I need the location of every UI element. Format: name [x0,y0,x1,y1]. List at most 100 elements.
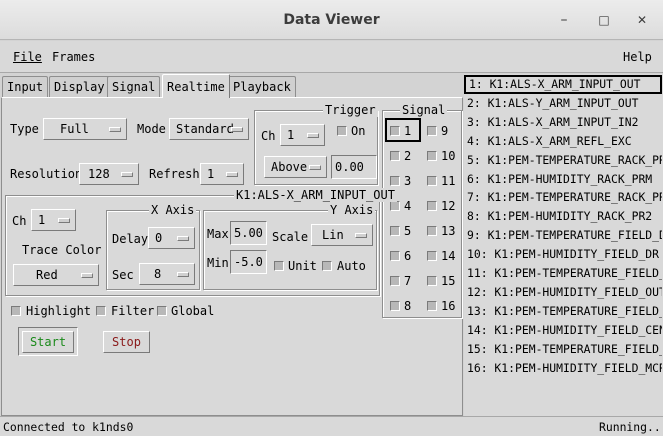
trace-color-value: Red [36,268,58,282]
signal-checkbox[interactable] [390,201,400,211]
highlight-checkbox[interactable] [11,306,21,316]
trigger-level-field[interactable]: 0.00 [331,155,377,179]
trigger-slope-menu[interactable]: Above [264,156,327,178]
signal-label: 4 [404,199,412,213]
resolution-menu[interactable]: 128 [79,163,139,185]
trigger-on-checkbox[interactable] [337,126,347,136]
signal-label: 1 [404,124,412,138]
stop-button[interactable]: Stop [103,331,150,353]
tab-display[interactable]: Display [49,76,110,97]
signal-label: 9 [441,124,449,138]
close-icon[interactable]: ✕ [634,12,650,28]
signal-checkbox[interactable] [427,201,437,211]
max-field[interactable]: 5.00 [230,221,267,245]
signal-checkbox[interactable] [390,276,400,286]
signal-checkbox[interactable] [427,226,437,236]
list-item[interactable]: 14: K1:PEM-HUMIDITY_FIELD_CENTER [464,321,662,340]
status-running: Running... [599,420,663,434]
filter-label: Filter [111,304,155,318]
refresh-label: Refresh [149,167,200,181]
menu-bar [0,41,663,73]
trace-color-label: Trace Color [22,243,102,257]
refresh-menu[interactable]: 1 [200,163,244,185]
sec-menu[interactable]: 8 [139,263,195,285]
signal-label: 12 [441,199,456,213]
list-item[interactable]: 8: K1:PEM-HUMIDITY_RACK_PR2 [464,207,662,226]
menu-indicator-icon [307,133,319,138]
mode-menu[interactable]: Standard [169,118,249,140]
signal-label: 5 [404,224,412,238]
global-checkbox[interactable] [157,306,167,316]
tab-input[interactable]: Input [2,76,49,97]
type-label: Type [10,122,39,136]
menu-frames[interactable]: Frames [52,50,95,64]
trigger-ch-value: 1 [287,128,295,142]
list-item[interactable]: 16: K1:PEM-HUMIDITY_FIELD_MCRACK [464,359,662,378]
menu-indicator-icon [177,236,189,241]
trigger-ch-menu[interactable]: 1 [280,124,325,146]
list-item[interactable]: 13: K1:PEM-TEMPERATURE_FIELD_CEN [464,302,662,321]
resolution-value: 128 [88,167,110,181]
filter-checkbox[interactable] [96,306,106,316]
signal-label: 2 [404,149,412,163]
tab-realtime[interactable]: Realtime [162,74,230,98]
signal-checkbox[interactable] [427,276,437,286]
signal-checkbox[interactable] [427,151,437,161]
type-menu[interactable]: Full [43,118,127,140]
list-item[interactable]: 10: K1:PEM-HUMIDITY_FIELD_DR [464,245,662,264]
menu-indicator-icon [58,218,70,223]
signal-checkbox[interactable] [390,301,400,311]
signal-checkbox[interactable] [390,176,400,186]
list-item[interactable]: 2: K1:ALS-Y_ARM_INPUT_OUT [464,94,662,113]
signal-checkbox[interactable] [427,301,437,311]
signal-label: 16 [441,299,456,313]
max-label: Max [207,227,229,241]
mode-value: Standard [176,122,234,136]
signal-checkbox[interactable] [427,126,437,136]
list-item[interactable]: 4: K1:ALS-X_ARM_REFL_EXC [464,132,662,151]
status-connection: Connected to k1nds0 [3,420,134,434]
maximize-icon[interactable]: □ [596,12,612,28]
list-item[interactable]: 11: K1:PEM-TEMPERATURE_FIELD_OUT [464,264,662,283]
menu-indicator-icon [231,127,243,132]
tab-playback[interactable]: Playback [228,76,296,97]
delay-menu[interactable]: 0 [148,227,195,249]
tab-signal[interactable]: Signal [107,76,161,97]
trigger-title: Trigger [323,103,378,117]
minimize-icon[interactable]: – [556,12,572,28]
start-button[interactable]: Start [22,331,74,353]
signal-checkbox[interactable] [390,126,400,136]
signal-checkbox[interactable] [390,151,400,161]
channel-ch-menu[interactable]: 1 [31,209,76,231]
menu-file[interactable]: File [13,50,42,64]
channel-ch-label: Ch [12,214,27,228]
signal-checkbox[interactable] [390,226,400,236]
signal-label: 6 [404,249,412,263]
scale-menu[interactable]: Lin [311,224,373,246]
list-item[interactable]: 3: K1:ALS-X_ARM_INPUT_IN2 [464,113,662,132]
signal-checkbox[interactable] [390,251,400,261]
unit-checkbox[interactable] [274,261,284,271]
menu-indicator-icon [81,273,93,278]
list-item[interactable]: 9: K1:PEM-TEMPERATURE_FIELD_DR [464,226,662,245]
list-item[interactable]: 15: K1:PEM-TEMPERATURE_FIELD_MCR [464,340,662,359]
menu-indicator-icon [309,165,321,170]
auto-checkbox[interactable] [322,261,332,271]
list-item[interactable]: 5: K1:PEM-TEMPERATURE_RACK_PRM [464,151,662,170]
trace-color-menu[interactable]: Red [13,264,99,286]
menu-help[interactable]: Help [623,50,652,64]
mode-label: Mode [137,122,166,136]
list-item[interactable]: 7: K1:PEM-TEMPERATURE_RACK_PR2 [464,188,662,207]
signal-checkbox[interactable] [427,176,437,186]
signal-checkbox[interactable] [427,251,437,261]
signal-label: 13 [441,224,456,238]
signal-label: 3 [404,174,412,188]
list-item[interactable]: 12: K1:PEM-HUMIDITY_FIELD_OUTDR [464,283,662,302]
refresh-value: 1 [207,167,215,181]
list-item[interactable]: 1: K1:ALS-X_ARM_INPUT_OUT [464,75,662,94]
min-field[interactable]: -5.0 [230,250,267,274]
auto-label: Auto [337,259,366,273]
trigger-slope-value: Above [271,160,308,174]
menu-indicator-icon [226,172,238,177]
list-item[interactable]: 6: K1:PEM-HUMIDITY_RACK_PRM [464,170,662,189]
